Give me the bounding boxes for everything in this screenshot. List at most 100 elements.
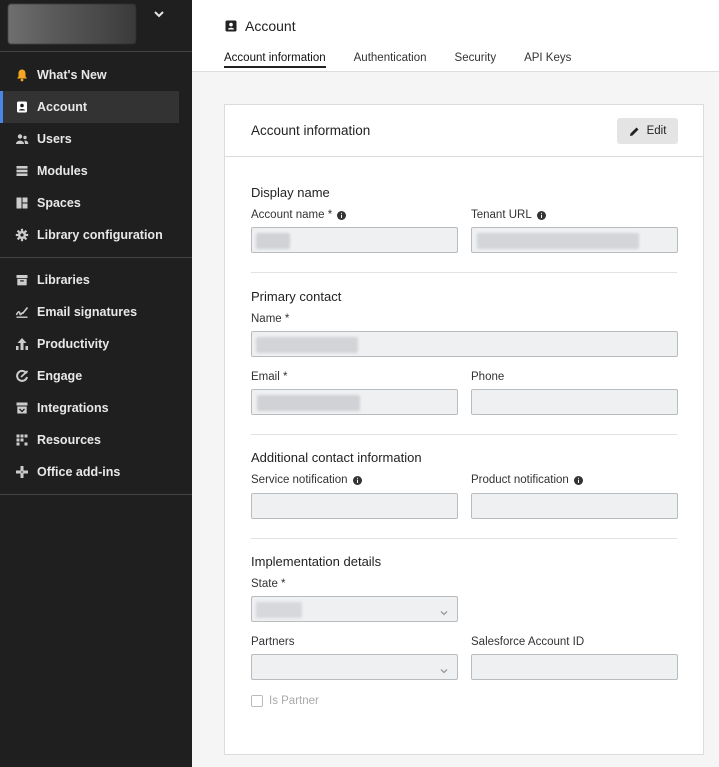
sidebar-item-library-configuration[interactable]: Library configuration xyxy=(0,219,192,251)
sidebar-item-label: What's New xyxy=(37,68,107,82)
is-partner-checkbox[interactable] xyxy=(251,695,263,707)
productivity-icon xyxy=(15,337,29,351)
account-card-icon xyxy=(15,100,29,114)
section-title-additional-contact: Additional contact information xyxy=(251,450,422,465)
sidebar-item-label: Modules xyxy=(37,164,88,178)
page-title-text: Account xyxy=(245,18,296,34)
sidebar-item-integrations[interactable]: Integrations xyxy=(0,392,192,424)
product-notification-label: Product notification xyxy=(471,474,583,486)
sidebar-item-libraries[interactable]: Libraries xyxy=(0,264,192,296)
sidebar-item-label: Integrations xyxy=(37,401,109,415)
users-icon xyxy=(15,132,29,146)
phone-field[interactable] xyxy=(471,389,678,415)
engage-icon xyxy=(15,369,29,383)
name-label: Name * xyxy=(251,313,290,325)
email-label: Email * xyxy=(251,371,288,383)
name-field[interactable] xyxy=(251,331,678,357)
info-icon[interactable] xyxy=(573,475,583,485)
chevron-down-icon xyxy=(439,663,449,674)
is-partner-label: Is Partner xyxy=(269,695,319,707)
sidebar-item-label: Spaces xyxy=(37,196,81,210)
salesforce-account-id-field[interactable] xyxy=(471,654,678,680)
partners-label: Partners xyxy=(251,636,295,648)
service-notification-field[interactable] xyxy=(251,493,458,519)
account-name-label-text: Account name * xyxy=(251,209,333,221)
tab-authentication[interactable]: Authentication xyxy=(354,52,427,68)
sidebar-divider xyxy=(0,257,192,258)
email-field[interactable] xyxy=(251,389,458,415)
integrations-icon xyxy=(15,401,29,415)
sidebar-item-label: Office add-ins xyxy=(37,465,121,479)
section-title-display-name: Display name xyxy=(251,185,330,200)
info-icon[interactable] xyxy=(352,475,362,485)
signature-icon xyxy=(15,305,29,319)
sidebar-item-label: Users xyxy=(37,132,72,146)
sidebar-item-resources[interactable]: Resources xyxy=(0,424,192,456)
page-title: Account xyxy=(225,18,296,34)
sidebar-item-whats-new[interactable]: What's New xyxy=(0,59,192,91)
sidebar-item-users[interactable]: Users xyxy=(0,123,192,155)
sidebar-item-label: Productivity xyxy=(37,337,110,351)
sidebar-item-engage[interactable]: Engage xyxy=(0,360,192,392)
sidebar-item-account[interactable]: Account xyxy=(0,91,179,123)
salesforce-account-id-label: Salesforce Account ID xyxy=(471,636,585,648)
redacted-value xyxy=(257,395,360,411)
main-content: Account Account information Authenticati… xyxy=(192,0,719,767)
sidebar-item-label: Engage xyxy=(37,369,83,383)
sidebar: What's New Account Users Modules Spaces xyxy=(0,0,192,767)
info-icon[interactable] xyxy=(536,210,546,220)
service-notification-label-text: Service notification xyxy=(251,474,348,486)
chevron-down-icon xyxy=(439,605,449,616)
account-card-icon xyxy=(225,20,237,32)
card-title: Account information xyxy=(251,123,371,138)
sidebar-item-label: Library configuration xyxy=(37,228,163,242)
gear-icon xyxy=(15,228,29,242)
tab-api-keys[interactable]: API Keys xyxy=(524,52,571,68)
tenant-url-label-text: Tenant URL xyxy=(471,209,532,221)
edit-button[interactable]: Edit xyxy=(617,118,678,144)
office-addins-icon xyxy=(15,465,29,479)
section-title-implementation: Implementation details xyxy=(251,554,382,569)
state-select[interactable] xyxy=(251,596,458,622)
sidebar-item-productivity[interactable]: Productivity xyxy=(0,328,192,360)
section-divider xyxy=(251,538,677,539)
spaces-icon xyxy=(15,196,29,210)
sidebar-item-label: Resources xyxy=(37,433,101,447)
page-header: Account Account information Authenticati… xyxy=(192,0,719,72)
account-information-card: Account information Edit Display name Ac… xyxy=(224,104,704,755)
section-divider xyxy=(251,272,677,273)
sidebar-item-modules[interactable]: Modules xyxy=(0,155,192,187)
redacted-value xyxy=(477,233,639,249)
tenant-selector[interactable] xyxy=(8,4,136,44)
pencil-icon xyxy=(629,126,640,137)
sidebar-divider xyxy=(0,51,192,52)
section-title-primary-contact: Primary contact xyxy=(251,289,342,304)
partners-select[interactable] xyxy=(251,654,458,680)
product-notification-field[interactable] xyxy=(471,493,678,519)
tenant-url-label: Tenant URL xyxy=(471,209,546,221)
service-notification-label: Service notification xyxy=(251,474,362,486)
is-partner-row[interactable]: Is Partner xyxy=(251,695,319,707)
edit-button-label: Edit xyxy=(646,125,667,137)
sidebar-item-label: Libraries xyxy=(37,273,90,287)
product-notification-label-text: Product notification xyxy=(471,474,569,486)
sidebar-item-email-signatures[interactable]: Email signatures xyxy=(0,296,192,328)
sidebar-item-office-add-ins[interactable]: Office add-ins xyxy=(0,456,192,488)
tab-account-information[interactable]: Account information xyxy=(224,52,326,68)
archive-icon xyxy=(15,273,29,287)
redacted-value xyxy=(256,337,358,353)
tenant-url-field[interactable] xyxy=(471,227,678,253)
sidebar-divider xyxy=(0,494,192,495)
sidebar-group-primary: What's New Account Users Modules Spaces xyxy=(0,59,192,251)
chevron-down-icon[interactable] xyxy=(152,7,166,21)
info-icon[interactable] xyxy=(337,210,347,220)
tab-bar: Account information Authentication Secur… xyxy=(224,52,599,68)
state-label: State * xyxy=(251,578,286,590)
resources-icon xyxy=(15,433,29,447)
account-name-label: Account name * xyxy=(251,209,347,221)
tab-security[interactable]: Security xyxy=(455,52,497,68)
sidebar-item-spaces[interactable]: Spaces xyxy=(0,187,192,219)
account-name-field[interactable] xyxy=(251,227,458,253)
sidebar-item-label: Email signatures xyxy=(37,305,138,319)
phone-label: Phone xyxy=(471,371,505,383)
